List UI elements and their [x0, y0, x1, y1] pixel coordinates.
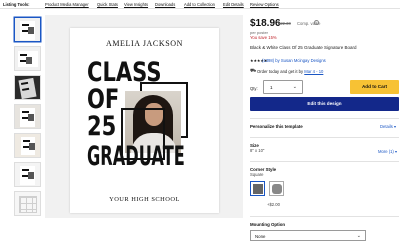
edit-design-button[interactable]: Edit this design: [250, 97, 399, 111]
quantity-select[interactable]: 1 ⌄: [263, 80, 303, 94]
thumbnail-3[interactable]: [14, 75, 41, 100]
size-more-toggle[interactable]: More (1) ▾: [378, 149, 397, 154]
quantity-label: Qty:: [250, 86, 258, 91]
mounting-select[interactable]: None ⌄: [250, 230, 366, 241]
info-icon[interactable]: i: [314, 20, 319, 25]
signature-board-design: AMELIA JACKSON CLASS OF 25 GRADUATE YOUR…: [70, 28, 219, 213]
design-name-text: AMELIA JACKSON: [105, 39, 184, 48]
thumbnail-2[interactable]: [14, 46, 41, 71]
thumbnail-7[interactable]: [14, 191, 41, 216]
delivery-truck-icon: ⛟: [250, 68, 257, 74]
product-title: Black & White Class Of 25 Graduate Signa…: [250, 45, 357, 50]
chevron-down-icon: ⌄: [356, 233, 361, 239]
listing-tools-label: Listing Tools:: [3, 2, 30, 7]
divider: [250, 216, 399, 217]
thumbnail-6[interactable]: [14, 162, 41, 187]
mounting-heading: Mounting Option: [250, 222, 286, 227]
reviews-link[interactable]: (1398) by Susan Mcingay Designs: [262, 58, 326, 63]
nav-link-media-manager[interactable]: Product Media Manager: [45, 2, 89, 7]
details-toggle[interactable]: Details ▾: [380, 124, 396, 129]
delivery-estimate: Order today and get it by Mar 4 - 10: [257, 69, 323, 74]
personalize-heading: Personalize this template: [250, 124, 303, 129]
thumbnail-5[interactable]: [14, 133, 41, 158]
mounting-value: None: [255, 234, 266, 239]
rounded-corner-price: +$2.00: [267, 202, 280, 207]
nav-link-downloads[interactable]: Downloads: [155, 2, 175, 7]
nav-link-quick-stats[interactable]: Quick Stats: [97, 2, 118, 7]
quantity-value: 1: [270, 85, 273, 90]
design-line-graduate: GRADUATE: [87, 141, 185, 172]
nav-link-view-insights[interactable]: View Insights: [124, 2, 148, 7]
divider: [250, 118, 399, 119]
design-line-year: 25: [87, 111, 117, 142]
product-preview[interactable]: AMELIA JACKSON CLASS OF 25 GRADUATE YOUR…: [45, 15, 243, 218]
corner-square-swatch[interactable]: [250, 181, 265, 196]
corner-style-value: Square: [250, 172, 264, 177]
price: $18.96: [250, 18, 281, 29]
nav-link-add-to-collection[interactable]: Add to Collection: [184, 2, 215, 7]
delivery-text: Order today and get it by: [257, 69, 304, 74]
thumbnail-4[interactable]: [14, 104, 41, 129]
savings-text: You save 15%: [250, 35, 277, 40]
nav-link-edit-details[interactable]: Edit Details: [223, 2, 244, 7]
divider: [250, 137, 399, 138]
add-to-cart-button[interactable]: Add to Cart: [350, 80, 399, 94]
product-details-panel: $18.96 $22.30 Comp. value i per poster Y…: [250, 0, 400, 243]
design-school-text: YOUR HIGH SCHOOL: [109, 196, 180, 203]
corner-rounded-swatch[interactable]: [269, 181, 284, 196]
chevron-down-icon: ⌄: [292, 84, 297, 90]
divider: [250, 161, 399, 162]
thumbnail-1[interactable]: [14, 17, 41, 42]
original-price: $22.30: [278, 21, 291, 26]
size-value: 8" x 10": [250, 148, 265, 153]
delivery-date-link[interactable]: Mar 4 - 10: [304, 69, 323, 74]
